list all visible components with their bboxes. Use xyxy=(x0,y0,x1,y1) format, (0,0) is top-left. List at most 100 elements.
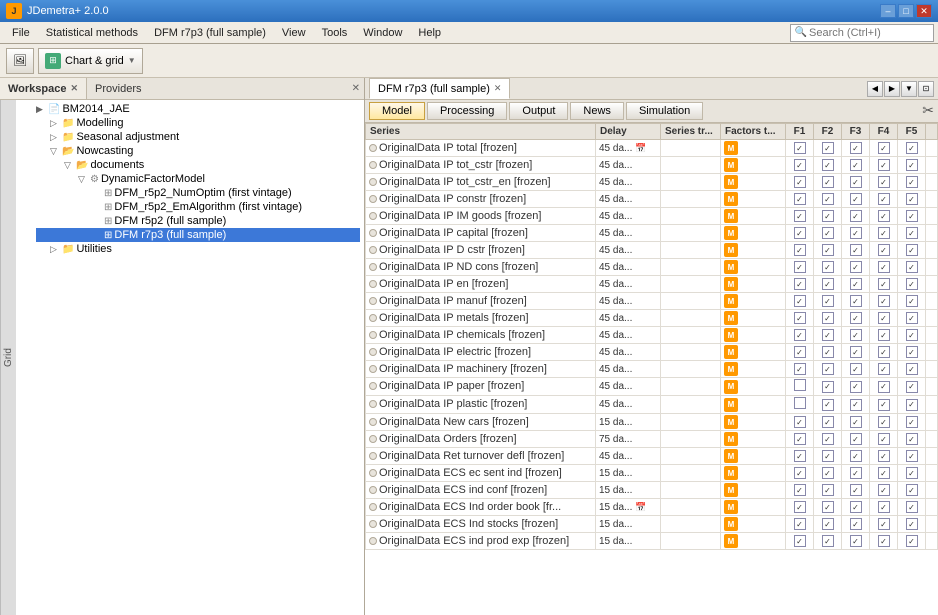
checkbox-f5[interactable]: ✓ xyxy=(906,346,918,358)
checkbox-f1[interactable]: ✓ xyxy=(794,501,806,513)
checkbox-f4[interactable]: ✓ xyxy=(878,433,890,445)
cell-f4[interactable]: ✓ xyxy=(870,225,898,242)
checkbox-f2[interactable]: ✓ xyxy=(822,329,834,341)
cell-f1[interactable]: ✓ xyxy=(786,499,814,516)
checkbox-f5[interactable]: ✓ xyxy=(906,363,918,375)
cell-f3[interactable]: ✓ xyxy=(842,225,870,242)
cell-f2[interactable]: ✓ xyxy=(814,225,842,242)
doc-tab-dfm[interactable]: DFM r7p3 (full sample) ✕ xyxy=(369,78,510,99)
tree-item-bm2014[interactable]: ▶ 📄 BM2014_JAE xyxy=(36,102,360,116)
cell-f3[interactable]: ✓ xyxy=(842,259,870,276)
menu-file[interactable]: File xyxy=(4,25,38,41)
maximize-button[interactable]: □ xyxy=(898,4,914,18)
cell-f2[interactable]: ✓ xyxy=(814,276,842,293)
cell-f1[interactable]: ✓ xyxy=(786,242,814,259)
scissors-icon[interactable]: ✂ xyxy=(922,102,934,120)
checkbox-f5[interactable]: ✓ xyxy=(906,210,918,222)
checkbox-f2[interactable]: ✓ xyxy=(822,193,834,205)
checkbox-f2[interactable]: ✓ xyxy=(822,399,834,411)
checkbox-f4[interactable]: ✓ xyxy=(878,329,890,341)
cell-f4[interactable]: ✓ xyxy=(870,208,898,225)
checkbox-f4[interactable]: ✓ xyxy=(878,244,890,256)
tree-item-utilities[interactable]: ▷ 📁 Utilities xyxy=(36,242,360,256)
cell-f4[interactable]: ✓ xyxy=(870,293,898,310)
cell-f2[interactable]: ✓ xyxy=(814,259,842,276)
cell-f3[interactable]: ✓ xyxy=(842,344,870,361)
col-series[interactable]: Series xyxy=(366,124,596,140)
tree-item-dfm2[interactable]: ⊞ DFM_r5p2_EmAlgorithm (first vintage) xyxy=(36,200,360,214)
tree-item-dfm4[interactable]: ⊞ DFM r7p3 (full sample) xyxy=(36,228,360,242)
cell-f3[interactable]: ✓ xyxy=(842,465,870,482)
tree-item-modelling[interactable]: ▷ 📁 Modelling xyxy=(36,116,360,130)
cell-f1[interactable]: ✓ xyxy=(786,276,814,293)
cell-f4[interactable]: ✓ xyxy=(870,396,898,414)
cell-f4[interactable]: ✓ xyxy=(870,482,898,499)
cell-f2[interactable]: ✓ xyxy=(814,516,842,533)
checkbox-f2[interactable]: ✓ xyxy=(822,381,834,393)
cell-f1[interactable]: ✓ xyxy=(786,293,814,310)
chart-grid-button[interactable]: ⊞ Chart & grid ▼ xyxy=(38,48,143,74)
cell-f3[interactable]: ✓ xyxy=(842,414,870,431)
menu-dfm[interactable]: DFM r7p3 (full sample) xyxy=(146,25,274,41)
cell-f2[interactable]: ✓ xyxy=(814,140,842,157)
cell-f2[interactable]: ✓ xyxy=(814,431,842,448)
cell-f1[interactable]: ✓ xyxy=(786,310,814,327)
cell-f2[interactable]: ✓ xyxy=(814,378,842,396)
checkbox-f2[interactable]: ✓ xyxy=(822,416,834,428)
doc-tab-close[interactable]: ✕ xyxy=(494,83,502,94)
checkbox-f3[interactable]: ✓ xyxy=(850,278,862,290)
checkbox-f3[interactable]: ✓ xyxy=(850,501,862,513)
cell-f1[interactable]: ✓ xyxy=(786,482,814,499)
cell-f4[interactable]: ✓ xyxy=(870,191,898,208)
checkbox-f3[interactable]: ✓ xyxy=(850,433,862,445)
col-f3[interactable]: F3 xyxy=(842,124,870,140)
checkbox-f4[interactable]: ✓ xyxy=(878,295,890,307)
cell-f3[interactable]: ✓ xyxy=(842,499,870,516)
minimize-button[interactable]: – xyxy=(880,4,896,18)
left-panel-close[interactable]: ✕ xyxy=(348,83,364,94)
tree-container[interactable]: ▶ 📄 BM2014_JAE ▷ 📁 Modelling ▷ 📁 Seasona… xyxy=(16,100,364,615)
checkbox-f5[interactable]: ✓ xyxy=(906,142,918,154)
cell-f4[interactable]: ✓ xyxy=(870,378,898,396)
cell-f2[interactable]: ✓ xyxy=(814,396,842,414)
cell-f3[interactable]: ✓ xyxy=(842,276,870,293)
cell-f5[interactable]: ✓ xyxy=(898,431,926,448)
checkbox-f1[interactable]: ✓ xyxy=(794,261,806,273)
checkbox-f1[interactable]: ✓ xyxy=(794,329,806,341)
checkbox-f5[interactable]: ✓ xyxy=(906,518,918,530)
checkbox-f2[interactable]: ✓ xyxy=(822,346,834,358)
checkbox-f3[interactable]: ✓ xyxy=(850,363,862,375)
tab-model[interactable]: Model xyxy=(369,102,425,120)
cell-f3[interactable]: ✓ xyxy=(842,310,870,327)
cell-f5[interactable]: ✓ xyxy=(898,448,926,465)
checkbox-f3[interactable]: ✓ xyxy=(850,399,862,411)
tab-processing[interactable]: Processing xyxy=(427,102,507,120)
checkbox-f1[interactable]: ✓ xyxy=(794,450,806,462)
cell-f3[interactable]: ✓ xyxy=(842,378,870,396)
cell-f3[interactable]: ✓ xyxy=(842,293,870,310)
cell-f1[interactable]: ✓ xyxy=(786,225,814,242)
cell-f5[interactable]: ✓ xyxy=(898,378,926,396)
checkbox-f5[interactable]: ✓ xyxy=(906,501,918,513)
cell-f2[interactable]: ✓ xyxy=(814,174,842,191)
checkbox-f2[interactable]: ✓ xyxy=(822,210,834,222)
cell-f1[interactable]: ✓ xyxy=(786,431,814,448)
cell-f3[interactable]: ✓ xyxy=(842,448,870,465)
checkbox-f4[interactable]: ✓ xyxy=(878,210,890,222)
cell-f3[interactable]: ✓ xyxy=(842,361,870,378)
cell-f3[interactable]: ✓ xyxy=(842,174,870,191)
checkbox-f3[interactable]: ✓ xyxy=(850,484,862,496)
search-input[interactable] xyxy=(809,27,929,39)
checkbox-f4[interactable]: ✓ xyxy=(878,381,890,393)
checkbox-f2[interactable]: ✓ xyxy=(822,261,834,273)
search-box[interactable]: 🔍 xyxy=(790,24,934,42)
checkbox-f1[interactable]: ✓ xyxy=(794,467,806,479)
checkbox-f5[interactable]: ✓ xyxy=(906,484,918,496)
col-f5[interactable]: F5 xyxy=(898,124,926,140)
checkbox-f5[interactable]: ✓ xyxy=(906,193,918,205)
cell-f1[interactable] xyxy=(786,396,814,414)
tree-item-documents[interactable]: ▽ 📂 documents xyxy=(36,158,360,172)
cell-f1[interactable]: ✓ xyxy=(786,191,814,208)
cell-f1[interactable] xyxy=(786,378,814,396)
cell-f5[interactable]: ✓ xyxy=(898,396,926,414)
